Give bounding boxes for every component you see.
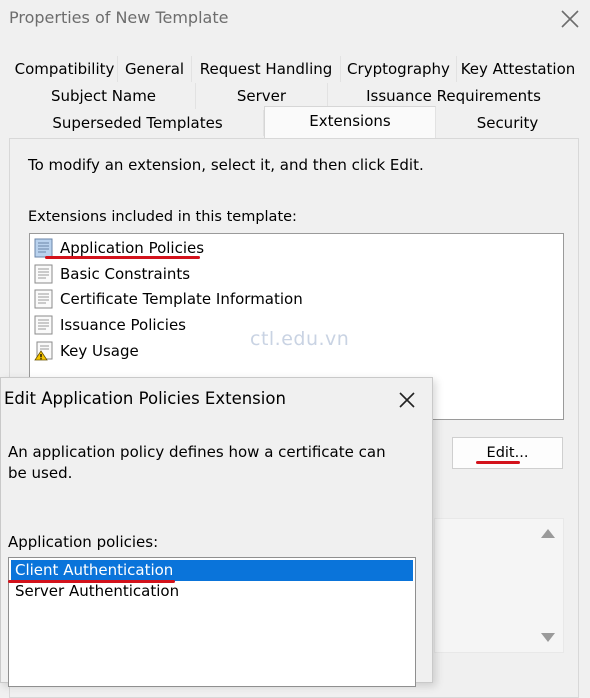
- tab-superseded-templates[interactable]: Superseded Templates: [12, 110, 264, 136]
- warning-doc-icon: [34, 341, 53, 361]
- certificate-doc-icon: [34, 264, 53, 284]
- tab-subject-name[interactable]: Subject Name: [12, 83, 196, 109]
- dialog-title: Edit Application Policies Extension: [4, 389, 286, 408]
- extension-label: Application Policies: [60, 239, 205, 257]
- close-icon[interactable]: [396, 389, 418, 411]
- window-title: Properties of New Template: [9, 8, 229, 27]
- extension-item-certificate-template-information[interactable]: Certificate Template Information: [32, 287, 303, 311]
- extension-label: Issuance Policies: [60, 316, 186, 334]
- policy-item-server-authentication[interactable]: Server Authentication: [11, 581, 413, 602]
- watermark: ctl.edu.vn: [250, 328, 350, 350]
- annotation-underline: [45, 256, 200, 259]
- tab-key-attestation[interactable]: Key Attestation: [457, 56, 579, 82]
- extension-item-basic-constraints[interactable]: Basic Constraints: [32, 262, 190, 286]
- tab-extensions[interactable]: Extensions: [264, 106, 436, 139]
- close-icon[interactable]: [557, 6, 583, 32]
- extension-item-issuance-policies[interactable]: Issuance Policies: [32, 313, 186, 337]
- extension-label: Certificate Template Information: [60, 290, 303, 308]
- policies-label: Application policies:: [8, 533, 159, 551]
- policy-item-client-authentication[interactable]: Client Authentication: [11, 560, 413, 581]
- annotation-underline: [8, 580, 175, 583]
- extension-label: Key Usage: [60, 342, 139, 360]
- tab-compatibility[interactable]: Compatibility: [12, 56, 118, 82]
- extensions-list-label: Extensions included in this template:: [28, 209, 297, 225]
- instruction-text: To modify an extension, select it, and t…: [28, 156, 424, 174]
- extension-label: Basic Constraints: [60, 265, 191, 283]
- scroll-up-icon[interactable]: [541, 529, 555, 538]
- application-policies-listbox[interactable]: Client Authentication Server Authenticat…: [8, 557, 416, 687]
- scroll-down-icon[interactable]: [541, 633, 555, 642]
- tab-cryptography[interactable]: Cryptography: [341, 56, 457, 82]
- edit-button[interactable]: Edit...: [452, 437, 563, 469]
- extension-item-key-usage[interactable]: Key Usage: [32, 339, 139, 363]
- description-box: [434, 518, 564, 653]
- dialog-description: An application policy defines how a cert…: [8, 443, 386, 482]
- certificate-doc-icon: [34, 289, 53, 309]
- tab-security[interactable]: Security: [436, 110, 579, 136]
- certificate-doc-icon: [34, 238, 53, 258]
- tab-general[interactable]: General: [118, 56, 192, 82]
- annotation-underline: [476, 461, 520, 464]
- tab-request-handling[interactable]: Request Handling: [192, 56, 341, 82]
- certificate-doc-icon: [34, 315, 53, 335]
